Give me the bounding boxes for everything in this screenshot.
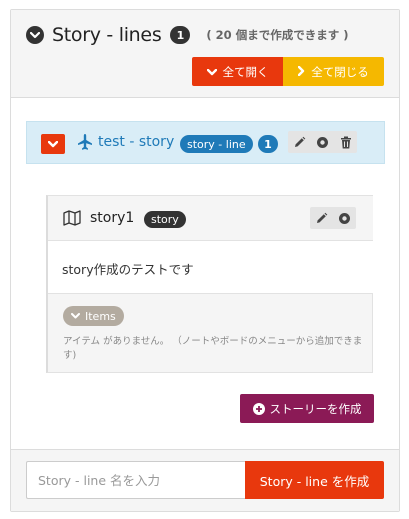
storyline-count-badge: 1: [170, 26, 191, 44]
plus-circle-icon: [252, 402, 265, 415]
create-story-label: ストーリーを作成: [269, 401, 362, 416]
gear-icon[interactable]: [333, 207, 356, 229]
pencil-icon[interactable]: [310, 207, 333, 229]
map-icon: [63, 210, 81, 230]
story-count-badge: 1: [258, 135, 278, 153]
collapse-all-button[interactable]: 全て閉じる: [283, 57, 384, 86]
gear-icon[interactable]: [311, 131, 334, 153]
chevron-down-icon: [71, 313, 80, 319]
chevron-down-circle-icon[interactable]: [26, 26, 44, 44]
expand-collapse-group: 全て開く 全て閉じる: [192, 57, 384, 86]
chevron-down-icon: [206, 65, 217, 79]
chevron-right-icon: [298, 65, 305, 79]
items-toggle[interactable]: Items: [63, 306, 124, 326]
panel-body: test - story story - line 1 story1 story…: [11, 98, 399, 450]
story-header: story1 story: [48, 196, 373, 241]
story-description: story作成のテストです: [62, 262, 194, 277]
items-label: Items: [85, 309, 116, 323]
storyline-header: test - story story - line 1: [26, 121, 385, 164]
chevron-down-icon: [48, 140, 58, 147]
limit-note: ( 20 個まで作成できます ): [206, 28, 349, 42]
story-body: story作成のテストです: [48, 241, 373, 294]
collapse-all-label: 全て閉じる: [311, 64, 369, 79]
plane-icon: [77, 133, 93, 155]
storyline-name-link[interactable]: test - story: [98, 134, 174, 150]
title-row: Story - lines 1 ( 20 個まで作成できます ): [26, 23, 348, 47]
trash-icon[interactable]: [334, 131, 357, 153]
no-items-message: アイテム がありません。 （ノートやボードのメニューから追加できます): [63, 336, 363, 361]
create-story-button[interactable]: ストーリーを作成: [240, 394, 374, 423]
pencil-icon[interactable]: [288, 131, 311, 153]
storyline-tools: [288, 131, 357, 153]
storyline-name-input[interactable]: [26, 461, 245, 499]
storylines-panel: Story - lines 1 ( 20 個まで作成できます ) 全て開く 全て…: [10, 9, 400, 512]
expand-all-button[interactable]: 全て開く: [192, 57, 283, 86]
panel-footer: Story - line を作成: [11, 451, 399, 511]
expand-all-label: 全て開く: [222, 64, 269, 79]
story-type-badge: story: [144, 211, 186, 228]
panel-header: Story - lines 1 ( 20 個まで作成できます ) 全て開く 全て…: [11, 10, 399, 98]
storyline-type-badge: story - line: [180, 135, 253, 153]
create-storyline-button[interactable]: Story - line を作成: [245, 461, 384, 499]
story-name[interactable]: story1: [90, 210, 134, 226]
storyline-toggle-button[interactable]: [41, 134, 65, 154]
page-title: Story - lines: [52, 24, 162, 46]
story-tools: [310, 207, 356, 229]
story-card: story1 story story作成のテストです Items アイテム があ…: [46, 195, 373, 373]
